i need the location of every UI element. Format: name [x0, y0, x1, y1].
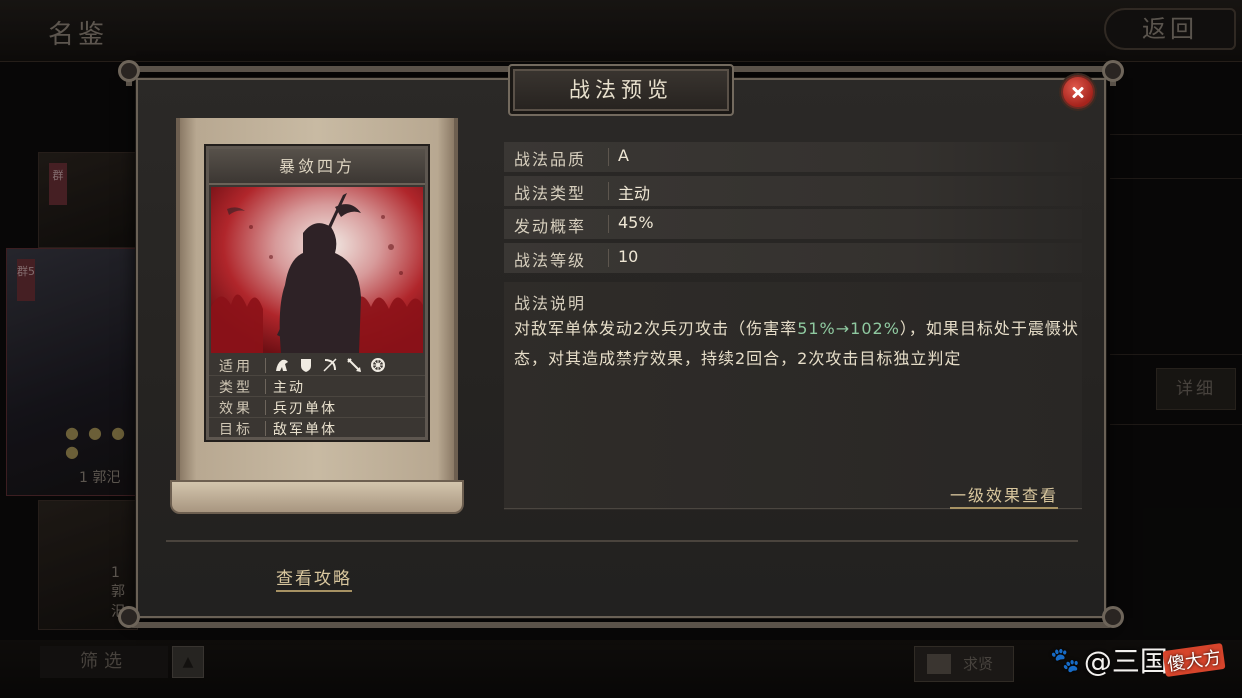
watermark-badge: 傻大方: [1162, 642, 1226, 678]
skill-name: 暴敛四方: [278, 157, 355, 176]
spear-icon: [345, 356, 363, 374]
frame-ornament-icon: [118, 606, 140, 628]
stat-key: 目标: [219, 422, 253, 438]
stat-value: 兵刃单体: [273, 401, 337, 417]
scroll-roller: [170, 480, 464, 514]
info-value: A: [618, 146, 629, 165]
description-text: 对敌军单体发动2次兵刃攻击（伤害率51%→102%），如果目标处于震慑状态，对其…: [514, 314, 1084, 374]
cavalry-icon: [273, 356, 291, 374]
shield-icon: [297, 356, 315, 374]
info-value: 主动: [618, 184, 651, 203]
stat-row-type: 类型 主动: [209, 376, 425, 397]
stat-key: 适用: [219, 359, 253, 375]
frame-ornament-icon: [1102, 606, 1124, 628]
info-row-trigger-rate: 发动概率 45%: [504, 209, 1082, 239]
info-value: 10: [618, 247, 639, 266]
skill-illustration: [211, 187, 423, 353]
stat-row-applicable: 适用: [209, 355, 425, 376]
info-label: 战法品质: [514, 150, 587, 169]
view-guide-link[interactable]: 查看攻略: [276, 564, 352, 592]
divider: [166, 540, 1078, 542]
modal-frame-bottom: [126, 612, 1116, 628]
skill-card: 暴敛四方 适用 类型 主动 效果 兵刃单体 目标 敌军单体: [206, 146, 428, 440]
info-separator: [608, 182, 609, 200]
paw-icon: 🐾: [1050, 646, 1080, 674]
info-row-level: 战法等级 10: [504, 243, 1082, 273]
stat-key: 效果: [219, 401, 253, 417]
close-button[interactable]: [1061, 75, 1095, 109]
stat-row-effect: 效果 兵刃单体: [209, 397, 425, 418]
level1-effect-link[interactable]: 一级效果查看: [950, 482, 1059, 509]
modal-title-plate: 战法预览: [508, 64, 734, 116]
stat-value: 敌军单体: [273, 422, 337, 438]
info-label: 战法等级: [514, 251, 587, 270]
stat-separator: [265, 421, 266, 436]
info-value: 45%: [618, 213, 654, 232]
bow-icon: [321, 356, 339, 374]
info-separator: [608, 249, 609, 267]
info-row-type: 战法类型 主动: [504, 176, 1082, 206]
stat-key: 类型: [219, 380, 253, 396]
modal-title: 战法预览: [569, 78, 673, 102]
info-label: 战法类型: [514, 184, 587, 203]
info-label: 发动概率: [514, 217, 587, 236]
stat-row-target: 目标 敌军单体: [209, 418, 425, 439]
frame-ornament-icon: [1102, 60, 1124, 82]
info-separator: [608, 148, 609, 166]
frame-ornament-icon: [118, 60, 140, 82]
info-separator: [608, 215, 609, 233]
watermark: 🐾 @三国 傻大方: [1050, 640, 1226, 680]
stat-separator: [265, 358, 266, 373]
skill-name-plate: 暴敛四方: [209, 149, 425, 185]
stat-value: 主动: [273, 380, 305, 396]
info-row-quality: 战法品质 A: [504, 142, 1082, 172]
siege-icon: [369, 356, 387, 374]
description-title: 战法说明: [514, 294, 587, 313]
troop-types: [273, 356, 387, 374]
stat-separator: [265, 379, 266, 394]
skill-card-stats: 适用 类型 主动 效果 兵刃单体 目标 敌军单体: [209, 355, 425, 439]
damage-rate-highlight: 51%→102%: [797, 319, 900, 338]
stat-separator: [265, 400, 266, 415]
description-part: 对敌军单体发动2次兵刃攻击（伤害率: [514, 319, 798, 338]
watermark-text: @三国: [1083, 645, 1168, 678]
